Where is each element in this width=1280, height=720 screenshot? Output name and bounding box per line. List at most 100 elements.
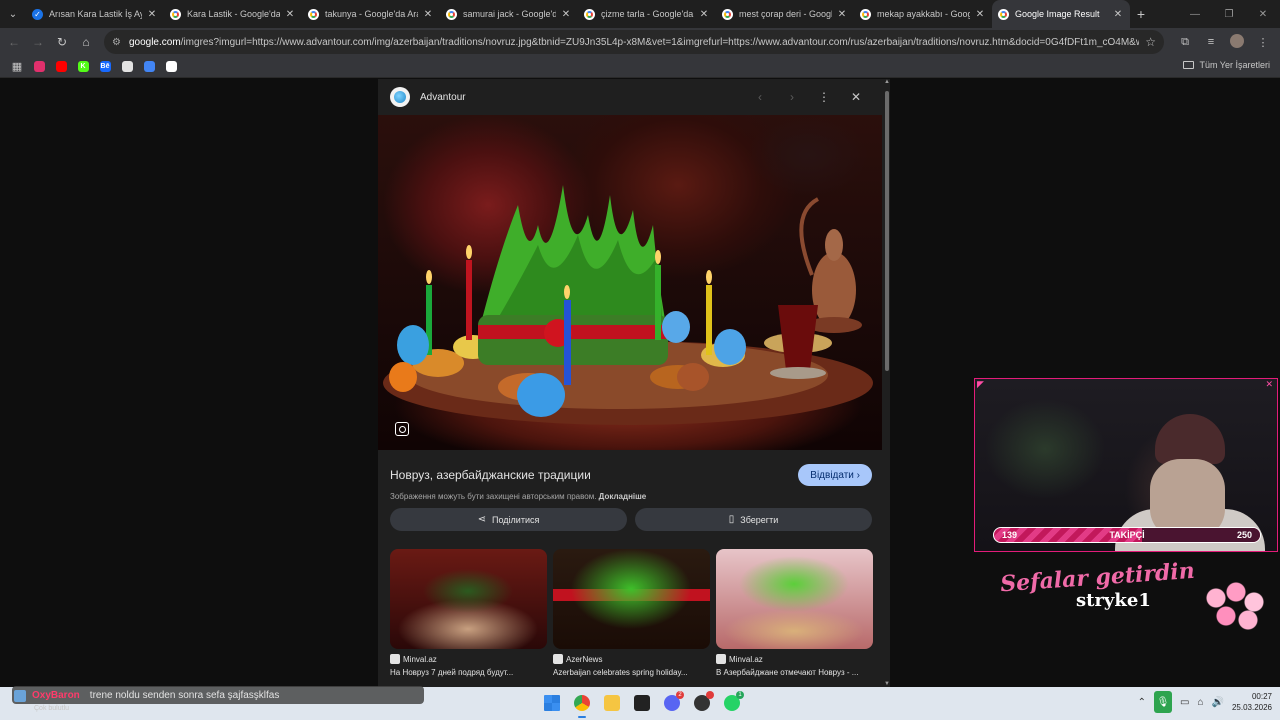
bookmark-youtube[interactable] bbox=[50, 56, 72, 78]
all-bookmarks-label: Tüm Yer İşaretleri bbox=[1199, 60, 1270, 70]
bookmark-instagram[interactable] bbox=[28, 56, 50, 78]
minimize-button[interactable]: — bbox=[1178, 0, 1212, 28]
browser-tab[interactable]: Google Image Result ✕ bbox=[992, 0, 1130, 28]
back-button[interactable]: ← bbox=[2, 30, 26, 54]
streamer-beanie bbox=[1155, 414, 1225, 464]
more-options-icon[interactable]: ⋮ bbox=[808, 90, 840, 104]
start-button[interactable] bbox=[540, 691, 564, 715]
related-caption: В Азербайджане отмечают Новруз - ... bbox=[716, 668, 859, 677]
site-logo[interactable] bbox=[390, 87, 410, 107]
window-controls: — ❐ ✕ bbox=[1178, 0, 1280, 28]
related-source: Minval.az bbox=[390, 654, 547, 664]
clock[interactable]: 00:27 25.03.2026 bbox=[1232, 691, 1272, 713]
chat-notification: OxyBaron trene noldu senden sonra sefa ş… bbox=[12, 686, 424, 704]
learn-more-link[interactable]: Докладніше bbox=[599, 492, 647, 501]
forward-button[interactable]: → bbox=[26, 30, 50, 54]
browser-tab[interactable]: takunya - Google'da Ara ✕ bbox=[302, 0, 440, 28]
close-window-button[interactable]: ✕ bbox=[1246, 0, 1280, 28]
share-icon: ⋖ bbox=[477, 514, 487, 525]
browser-tab[interactable]: mest çorap deri - Google'da ✕ bbox=[716, 0, 854, 28]
site-name[interactable]: Advantour bbox=[420, 92, 744, 103]
volume-icon[interactable]: 🔊 bbox=[1212, 697, 1224, 708]
tray-overflow-icon[interactable]: ⌃ bbox=[1138, 697, 1146, 708]
browser-tab[interactable]: çizme tarla - Google'da Ara ✕ bbox=[578, 0, 716, 28]
main-image[interactable] bbox=[378, 115, 882, 450]
kick-icon: K bbox=[77, 61, 89, 72]
tab-close-icon[interactable]: ✕ bbox=[698, 9, 710, 20]
display-icon[interactable]: ▭ bbox=[1180, 697, 1189, 708]
title-row: Новруз, азербайджанские традиции Відвіда… bbox=[378, 450, 884, 490]
file-explorer-button[interactable] bbox=[600, 691, 624, 715]
related-item[interactable]: Minval.az На Новруз 7 дней подряд будут.… bbox=[390, 549, 547, 677]
clock-time: 00:27 bbox=[1251, 692, 1272, 701]
browser-tab[interactable]: samurai jack - Google'da Ara ✕ bbox=[440, 0, 578, 28]
media-controls-icon[interactable]: ≡ bbox=[1198, 36, 1224, 48]
extensions-icon[interactable]: ⧉ bbox=[1172, 36, 1198, 49]
tab-close-icon[interactable]: ✕ bbox=[284, 9, 296, 20]
google-lens-icon[interactable] bbox=[395, 422, 409, 436]
discord-button[interactable]: 2 bbox=[660, 691, 684, 715]
steam-button[interactable] bbox=[690, 691, 714, 715]
browser-tab[interactable]: ✓ Arısan Kara Lastik İş Ayakka ✕ bbox=[26, 0, 164, 28]
follower-goal: 250 bbox=[1236, 530, 1252, 540]
share-label: Поділитися bbox=[492, 514, 540, 525]
epic-games-button[interactable] bbox=[630, 691, 654, 715]
tab-close-icon[interactable]: ✕ bbox=[422, 9, 434, 20]
related-item[interactable]: Minval.az В Азербайджане отмечают Новруз… bbox=[716, 549, 873, 677]
network-icon[interactable]: ⌂ bbox=[1197, 697, 1203, 708]
panel-header: Advantour ‹ › ⋮ ✕ bbox=[378, 79, 884, 115]
visit-button[interactable]: Відвідати › bbox=[798, 464, 872, 486]
save-button[interactable]: ▯ Зберегти bbox=[635, 508, 872, 531]
menu-icon[interactable]: ⋮ bbox=[1250, 36, 1276, 49]
bookmark-star-icon[interactable]: ☆ bbox=[1145, 35, 1156, 49]
corner-close-icon: ✕ bbox=[1265, 379, 1273, 389]
address-bar[interactable]: ⚙ google.com/imgres?imgurl=https://www.a… bbox=[104, 30, 1164, 54]
related-source: AzerNews bbox=[553, 654, 710, 664]
new-tab-button[interactable]: + bbox=[1130, 6, 1152, 22]
source-favicon bbox=[716, 654, 726, 664]
all-bookmarks-folder[interactable]: Tüm Yer İşaretleri bbox=[1183, 60, 1270, 70]
tab-close-icon[interactable]: ✕ bbox=[560, 9, 572, 20]
chrome-taskbar-button[interactable] bbox=[570, 691, 594, 718]
folder-icon bbox=[604, 695, 620, 711]
whatsapp-button[interactable]: 1 bbox=[720, 691, 744, 715]
bookmark-cloud[interactable] bbox=[160, 56, 182, 78]
scrollbar-thumb[interactable] bbox=[885, 91, 889, 371]
browser-tab[interactable]: mekap ayakkabı - Google'da ✕ bbox=[854, 0, 992, 28]
chat-message: trene noldu senden sonra sefa şajfasşklf… bbox=[89, 689, 280, 701]
site-info-icon[interactable]: ⚙ bbox=[112, 37, 121, 48]
browser-tab[interactable]: Kara Lastik - Google'da Ara ✕ bbox=[164, 0, 302, 28]
google-favicon-icon bbox=[446, 8, 457, 20]
panel-scrollbar[interactable]: ▲ ▼ bbox=[884, 79, 890, 687]
bookmark-translate[interactable] bbox=[138, 56, 160, 78]
bookmark-chatgpt[interactable] bbox=[116, 56, 138, 78]
follower-count: 139 bbox=[1002, 530, 1018, 540]
tab-close-icon[interactable]: ✕ bbox=[974, 9, 986, 20]
next-image-icon[interactable]: › bbox=[776, 90, 808, 104]
microphone-icon[interactable]: 🎙 bbox=[1154, 691, 1172, 713]
bookmark-kick[interactable]: K bbox=[72, 56, 94, 78]
share-button[interactable]: ⋖ Поділитися bbox=[390, 508, 627, 531]
image-title[interactable]: Новруз, азербайджанские традиции bbox=[390, 468, 798, 482]
close-icon[interactable]: ✕ bbox=[840, 90, 872, 104]
related-item[interactable]: AzerNews Azerbaijan celebrates spring ho… bbox=[553, 549, 710, 677]
source-name: Minval.az bbox=[729, 654, 763, 664]
tab-search-button[interactable]: ⌄ bbox=[0, 0, 26, 28]
related-thumbnail[interactable] bbox=[716, 549, 873, 649]
tab-close-icon[interactable]: ✕ bbox=[1112, 9, 1124, 20]
related-thumbnail[interactable] bbox=[553, 549, 710, 649]
apps-icon[interactable]: ▦ bbox=[6, 56, 28, 78]
scroll-up-icon[interactable]: ▲ bbox=[884, 79, 890, 85]
bookmark-behance[interactable]: Bē bbox=[94, 56, 116, 78]
profile-avatar[interactable] bbox=[1224, 33, 1250, 51]
tab-close-icon[interactable]: ✕ bbox=[146, 9, 158, 20]
tab-label: samurai jack - Google'da Ara bbox=[463, 9, 556, 19]
tab-label: Arısan Kara Lastik İş Ayakka bbox=[49, 9, 142, 19]
related-thumbnail[interactable] bbox=[390, 549, 547, 649]
follower-goal-bar: 139 TAKİPÇİ 250 bbox=[993, 527, 1261, 543]
tab-close-icon[interactable]: ✕ bbox=[836, 9, 848, 20]
maximize-button[interactable]: ❐ bbox=[1212, 0, 1246, 28]
reload-button[interactable]: ↻ bbox=[50, 30, 74, 54]
home-button[interactable]: ⌂ bbox=[74, 30, 98, 54]
prev-image-icon[interactable]: ‹ bbox=[744, 90, 776, 104]
